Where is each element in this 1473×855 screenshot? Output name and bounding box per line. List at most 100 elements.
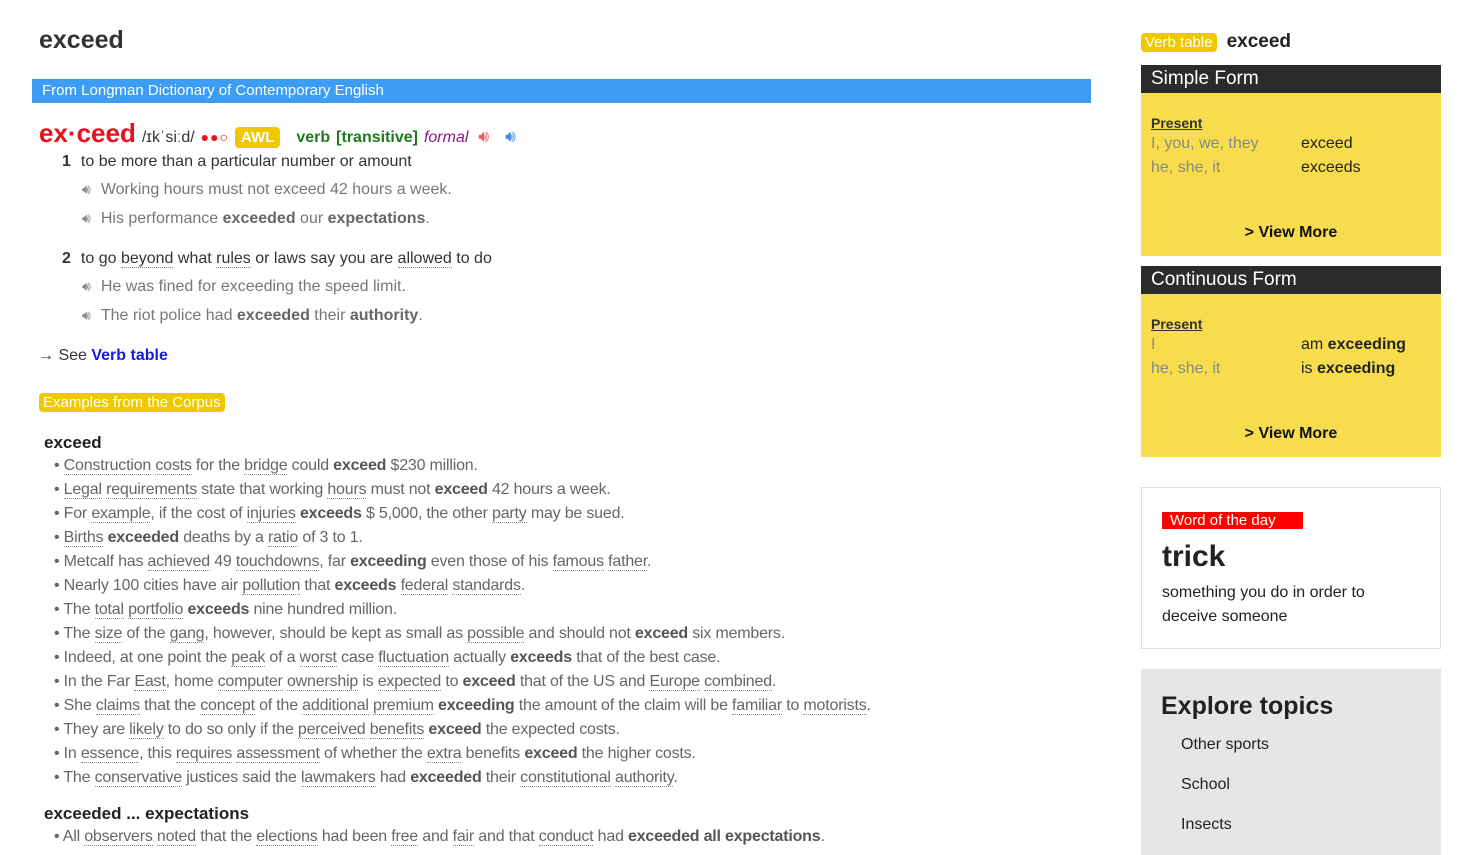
keyword: exceeded xyxy=(222,210,296,227)
speaker-icon[interactable]: 🔊︎ xyxy=(82,307,91,323)
glossary-word[interactable]: essence xyxy=(80,745,139,763)
verb-form-card: Continuous Form Present Iam exceeding he, s… xyxy=(1141,266,1441,457)
glossary-word[interactable]: extra xyxy=(426,745,462,763)
topic-link[interactable]: Other sports xyxy=(1181,736,1269,754)
keyword: exceeds xyxy=(187,601,250,618)
glossary-word[interactable]: injuries xyxy=(246,505,296,523)
glossary-word[interactable]: hours xyxy=(327,481,367,499)
glossary-word[interactable]: observers xyxy=(84,828,153,846)
glossary-word[interactable]: pollution xyxy=(242,577,300,595)
glossary-word[interactable]: Legal xyxy=(63,481,102,499)
verb-table-link[interactable]: Verb table xyxy=(91,347,167,364)
glossary-word[interactable]: conservative xyxy=(94,769,182,787)
glossary-word[interactable]: requirements xyxy=(106,481,197,499)
glossary-word[interactable]: claims xyxy=(95,697,140,715)
wotd-word[interactable]: trick xyxy=(1162,540,1225,574)
corpus-example: • Metcalf has achieved 49 touchdowns, fa… xyxy=(54,553,652,571)
glossary-word[interactable]: elections xyxy=(256,828,318,846)
glossary-word[interactable]: bridge xyxy=(244,457,288,475)
glossary-word[interactable]: size xyxy=(94,625,122,643)
glossary-word[interactable]: father xyxy=(608,553,647,571)
glossary-word[interactable]: motorists xyxy=(803,697,867,715)
glossary-word[interactable]: portfolio xyxy=(128,601,183,619)
glossary-word[interactable]: total xyxy=(94,601,124,619)
glossary-word[interactable]: combined xyxy=(704,673,772,691)
glossary-word[interactable]: computer xyxy=(217,673,283,691)
glossary-word[interactable]: conduct xyxy=(538,828,594,846)
glossary-word[interactable]: touchdowns xyxy=(235,553,319,571)
glossary-word[interactable]: concept xyxy=(200,697,255,715)
form-word: exceeds xyxy=(1301,159,1361,176)
glossary-word[interactable]: ownership xyxy=(286,673,358,691)
explore-title: Explore topics xyxy=(1161,692,1334,720)
glossary-word[interactable]: costs xyxy=(155,457,192,475)
glossary-word[interactable]: gang xyxy=(169,625,205,643)
glossary-word[interactable]: rules xyxy=(216,250,251,268)
glossary-word[interactable]: familiar xyxy=(732,697,782,715)
glossary-word[interactable]: beyond xyxy=(120,250,174,268)
keyword: exceeds xyxy=(299,505,362,522)
glossary-word[interactable]: peak xyxy=(231,649,265,667)
glossary-word[interactable]: perceived xyxy=(297,721,366,739)
speaker-icon[interactable]: 🔊︎ xyxy=(82,210,91,226)
glossary-word[interactable]: authority xyxy=(615,769,674,787)
glossary-word[interactable]: expected xyxy=(377,673,441,691)
view-more-button[interactable]: > View More xyxy=(1141,425,1441,443)
corpus-example: • In the Far East, home computer ownersh… xyxy=(54,673,777,691)
glossary-word[interactable]: Europe xyxy=(649,673,700,691)
glossary-word[interactable]: premium xyxy=(372,697,434,715)
glossary-word[interactable]: federal xyxy=(400,577,448,595)
pronunciation: /ɪkˈsiːd/ xyxy=(141,129,195,146)
glossary-word[interactable]: achieved xyxy=(147,553,210,571)
glossary-word[interactable]: fair xyxy=(452,828,474,846)
text: could xyxy=(287,457,334,474)
glossary-word[interactable]: lawmakers xyxy=(300,769,376,787)
glossary-word[interactable]: noted xyxy=(156,828,196,846)
corpus-example: • They are likely to do so only if the p… xyxy=(54,721,620,739)
card-body: Present I, you, we, they exceed he, she, it… xyxy=(1141,93,1441,256)
glossary-word[interactable]: additional xyxy=(302,697,369,715)
view-more-button[interactable]: > View More xyxy=(1141,224,1441,242)
speaker-red-icon[interactable]: 🔊︎ xyxy=(478,127,489,147)
corpus-example: • All observers noted that the elections… xyxy=(54,828,825,846)
glossary-word[interactable]: allowed xyxy=(397,250,452,268)
word-of-the-day[interactable]: Word of the day trick something you do i… xyxy=(1141,487,1441,649)
text: the higher costs. xyxy=(577,745,696,762)
text: their xyxy=(309,307,350,324)
speaker-icon[interactable]: 🔊︎ xyxy=(82,181,91,197)
auxiliary: am xyxy=(1301,336,1328,353)
glossary-word[interactable]: possible xyxy=(467,625,524,643)
glossary-word[interactable]: requires xyxy=(175,745,232,763)
speaker-icon[interactable]: 🔊︎ xyxy=(82,278,91,294)
sidebar: Verb table exceed Simple Form Present I, y… xyxy=(1141,0,1441,855)
text: must not xyxy=(366,481,435,498)
topic-link[interactable]: School xyxy=(1181,776,1230,794)
text: Nearly 100 cities have air xyxy=(63,577,243,594)
glossary-word[interactable]: standards xyxy=(452,577,521,595)
glossary-word[interactable]: ratio xyxy=(267,529,298,547)
glossary-word[interactable]: worst xyxy=(299,649,337,667)
text: benefits xyxy=(461,745,525,762)
glossary-word[interactable]: example xyxy=(91,505,151,523)
pronoun: he, she, it xyxy=(1151,159,1221,176)
glossary-word[interactable]: free xyxy=(391,828,418,846)
verb-form: am exceeding xyxy=(1301,336,1406,354)
glossary-word[interactable]: benefits xyxy=(369,721,424,739)
speaker-blue-icon[interactable]: 🔊︎ xyxy=(505,127,516,147)
text: to xyxy=(441,673,463,690)
glossary-word[interactable]: likely xyxy=(129,721,164,739)
topic-link[interactable]: Insects xyxy=(1181,816,1232,834)
glossary-word[interactable]: constitutional xyxy=(520,769,611,787)
glossary-word[interactable]: party xyxy=(492,505,527,523)
keyword: exceed xyxy=(333,457,387,474)
glossary-word[interactable]: assessment xyxy=(236,745,320,763)
text: Working hours must not exceed 42 hours a… xyxy=(100,181,452,198)
glossary-word[interactable]: fluctuation xyxy=(378,649,449,667)
text: that of the US and xyxy=(515,673,650,690)
glossary-word[interactable]: Births xyxy=(63,529,104,547)
text: . xyxy=(866,697,871,714)
glossary-word[interactable]: East xyxy=(134,673,166,691)
card-title: Simple Form xyxy=(1141,65,1441,93)
glossary-word[interactable]: Construction xyxy=(63,457,151,475)
glossary-word[interactable]: famous xyxy=(552,553,604,571)
